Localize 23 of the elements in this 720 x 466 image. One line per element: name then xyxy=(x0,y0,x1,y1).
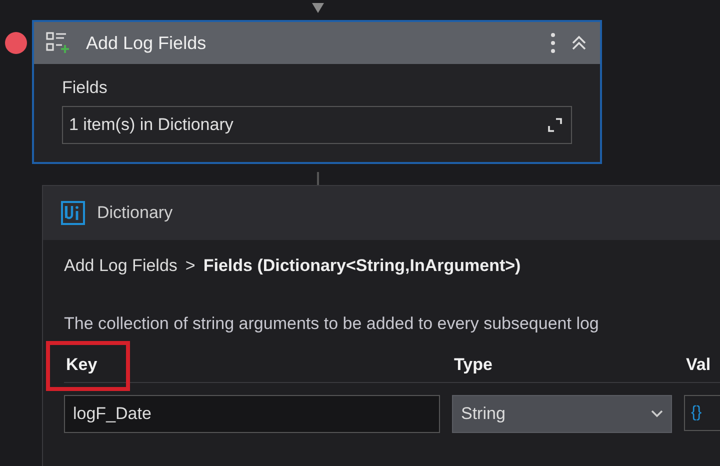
connector-line xyxy=(317,172,319,186)
dialog-title: Dictionary xyxy=(97,203,173,223)
description-text: The collection of string arguments to be added to every subsequent log xyxy=(64,314,600,334)
column-header: Val xyxy=(685,355,712,374)
column-header: Type xyxy=(453,355,494,374)
flow-arrow-icon xyxy=(311,2,325,14)
more-icon[interactable] xyxy=(550,32,556,54)
expand-icon[interactable] xyxy=(547,117,563,133)
breadcrumb-link[interactable]: Add Log Fields xyxy=(64,256,178,276)
key-field[interactable]: logF_Date xyxy=(64,395,440,433)
column-header: Key xyxy=(65,355,98,374)
activity-icon xyxy=(46,31,72,55)
type-dropdown[interactable]: String xyxy=(452,395,672,433)
caret-icon xyxy=(651,410,663,418)
breakpoint-dot[interactable] xyxy=(5,32,27,54)
property-label: Fields xyxy=(62,78,108,98)
property-field[interactable]: 1 item(s) in Dictionary xyxy=(62,106,572,144)
breadcrumb-separator: > xyxy=(185,256,196,276)
collapse-icon[interactable] xyxy=(570,34,588,52)
app-logo-icon xyxy=(61,201,85,225)
activity-title: Add Log Fields xyxy=(86,32,206,54)
value-field[interactable]: {} xyxy=(684,395,720,431)
breadcrumb-current: Fields (Dictionary<String,InArgument>) xyxy=(203,256,521,276)
